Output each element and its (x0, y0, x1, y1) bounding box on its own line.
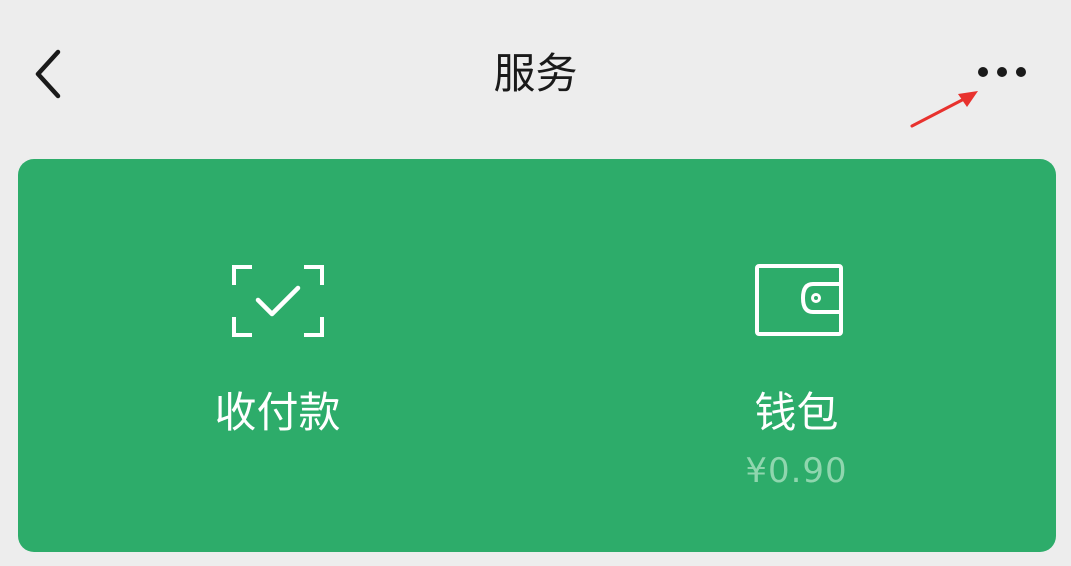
page-title: 服务 (493, 49, 578, 98)
wallet-balance: ¥0.90 (745, 451, 848, 491)
scan-check-icon (231, 265, 324, 337)
top-bar: 服务 (0, 0, 1071, 150)
wallet-label: 钱包 (754, 388, 839, 437)
more-options-button[interactable] (966, 50, 1038, 94)
services-card: 收付款 钱包 ¥0.90 (18, 159, 1056, 552)
pay-receive-label: 收付款 (214, 388, 341, 437)
more-horizontal-icon (978, 67, 1026, 77)
wallet-icon (754, 264, 843, 336)
wallet-tile[interactable]: 钱包 ¥0.90 (537, 159, 1056, 552)
pay-receive-tile[interactable]: 收付款 (18, 159, 537, 552)
